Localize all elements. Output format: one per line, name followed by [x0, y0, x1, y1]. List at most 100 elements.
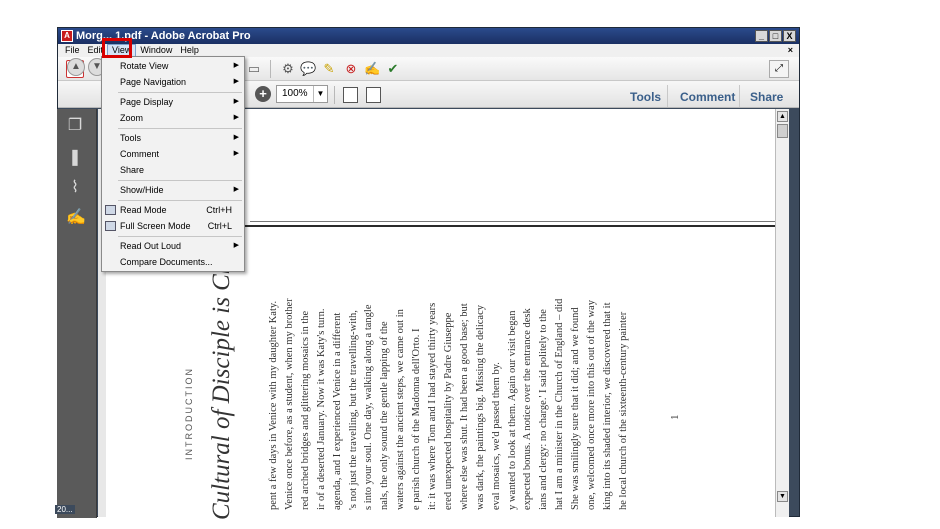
scroll-up-icon[interactable]: ▲ [777, 111, 788, 122]
menu-separator [118, 236, 242, 237]
page-thumbnails-icon[interactable]: ❐ [66, 117, 84, 135]
document-text-line: was dark, the paintings big. Missing the… [474, 304, 486, 510]
menu-item-label: Rotate View [120, 61, 169, 71]
submenu-arrow-icon: ▶ [233, 186, 239, 193]
document-text-line: king into its shaded interior, we discov… [601, 302, 613, 511]
menu-separator [118, 200, 242, 201]
zoom-level-value: 100% [282, 88, 308, 99]
document-text-line: red arched bridges and glittering mosaic… [299, 310, 311, 510]
toolbar-divider [270, 60, 271, 78]
menu-item-shortcut: Ctrl+H [206, 205, 232, 215]
bookmarks-icon[interactable]: ❚ [66, 149, 84, 167]
document-text-line: nals, the only sound the gentle lapping … [379, 321, 391, 510]
submenu-arrow-icon: ▶ [233, 114, 239, 121]
document-text-line: ir of a deserted January. Now it was Kat… [315, 308, 327, 510]
menu-item-zoom[interactable]: Zoom ▶ [102, 110, 244, 126]
acrobat-app-icon: A [61, 30, 73, 42]
document-text-line: ians and clergy: no charge.' I said poli… [538, 309, 550, 510]
menu-file[interactable]: File [61, 44, 84, 57]
menu-item-label: Tools [120, 133, 142, 143]
scrollbar-thumb[interactable] [777, 124, 788, 138]
chevron-down-icon[interactable]: ▼ [313, 86, 327, 102]
previous-page-icon[interactable]: ▲ [67, 58, 85, 76]
document-text-line: y wanted to look at them. Again our visi… [506, 310, 518, 510]
fit-width-icon[interactable] [366, 87, 381, 103]
zoom-in-icon[interactable]: + [255, 86, 271, 102]
attachments-paperclip-icon[interactable]: ⌇ [66, 179, 84, 197]
navigation-pane: ❐ ❚ ⌇ ✍ [57, 109, 97, 518]
document-text-line: s into your soul. One day, walking along… [363, 304, 375, 511]
document-text-line: pent a few days in Venice with my daught… [268, 300, 279, 510]
signatures-icon[interactable]: ✍ [66, 209, 86, 227]
menu-item-show-hide[interactable]: Show/Hide ▶ [102, 182, 244, 198]
document-text-line: hat I am a minister in the Church of Eng… [554, 298, 566, 510]
full-screen-icon [105, 221, 116, 231]
document-text-line: She was smilingly sure that it did; and … [570, 307, 582, 510]
read-mode-icon [105, 205, 116, 215]
scroll-down-icon[interactable]: ▼ [777, 491, 788, 502]
menu-item-label: Zoom [120, 113, 144, 123]
submenu-arrow-icon: ▶ [233, 134, 239, 141]
menu-item-tools[interactable]: Tools ▶ [102, 130, 244, 146]
screen: A Morg... 1.pdf - Adobe Acrobat Pro _ □ … [0, 0, 940, 529]
close-document-icon[interactable]: × [788, 44, 793, 57]
toolbar-divider [739, 85, 740, 107]
minimize-button[interactable]: _ [755, 30, 768, 42]
zoom-level-select[interactable]: 100% ▼ [276, 85, 328, 103]
review-document-icon[interactable]: ✔ [385, 61, 401, 77]
document-text-line: ered unexpected hospitality by Padre Giu… [442, 312, 454, 510]
document-text-line: where else was shut. It had been a good … [458, 303, 470, 510]
document-text-line: 's not just the travelling, but the trav… [347, 310, 359, 510]
fit-page-icon[interactable] [343, 87, 358, 103]
menu-separator [118, 92, 242, 93]
menu-separator [118, 180, 242, 181]
maximize-button[interactable]: □ [769, 30, 782, 42]
menu-item-page-navigation[interactable]: Page Navigation ▶ [102, 74, 244, 90]
menu-item-label: Full Screen Mode [120, 221, 191, 231]
view-menu-highlight-box [102, 38, 132, 58]
submenu-arrow-icon: ▶ [233, 98, 239, 105]
document-text-line: he local church of the sixteenth-century… [617, 311, 629, 510]
vertical-scrollbar[interactable]: ▲ ▼ [775, 109, 789, 517]
submenu-arrow-icon: ▶ [233, 62, 239, 69]
share-tab[interactable]: Share [750, 90, 783, 104]
sign-document-icon[interactable]: ✍ [364, 61, 380, 77]
menu-item-compare-documents[interactable]: Compare Documents... [102, 254, 244, 270]
tools-tab[interactable]: Tools [630, 90, 661, 104]
menu-item-label: Show/Hide [120, 185, 164, 195]
document-text-line: Venice once before, as a student, when m… [283, 298, 295, 510]
menu-item-share[interactable]: Share [102, 162, 244, 178]
screen-icon[interactable]: ▭ [246, 61, 262, 77]
menu-item-label: Page Navigation [120, 77, 187, 87]
comment-bubble-icon[interactable]: 💬 [300, 61, 316, 77]
submenu-arrow-icon: ▶ [233, 150, 239, 157]
menu-item-page-display[interactable]: Page Display ▶ [102, 94, 244, 110]
document-text-line: one, welcomed once more into this out of… [586, 300, 597, 510]
highlight-pen-icon[interactable]: ✎ [321, 61, 337, 77]
window-controls: _ □ X [755, 30, 796, 42]
menu-item-label: Share [120, 165, 145, 175]
section-heading: INTRODUCTION [184, 367, 194, 460]
menu-item-label: Page Display [120, 97, 174, 107]
document-text-line: agenda, and I experienced Venice in a di… [331, 312, 343, 510]
comment-tab[interactable]: Comment [680, 90, 735, 104]
close-button[interactable]: X [783, 30, 796, 42]
menu-item-label: Compare Documents... [120, 257, 213, 267]
menu-item-comment[interactable]: Comment ▶ [102, 146, 244, 162]
secure-document-icon[interactable]: ⊗ [343, 61, 359, 77]
menu-item-full-screen-mode[interactable]: Full Screen Mode Ctrl+L [102, 218, 244, 234]
status-text: 20... [55, 505, 75, 514]
toolbar-divider [667, 85, 668, 107]
settings-gear-icon[interactable]: ⚙ [280, 61, 296, 77]
menu-item-rotate-view[interactable]: Rotate View ▶ [102, 58, 244, 74]
menu-item-read-out-loud[interactable]: Read Out Loud ▶ [102, 238, 244, 254]
view-menu-dropdown: Rotate View ▶ Page Navigation ▶ Page Dis… [101, 56, 245, 272]
document-text-line: it: it was where Tom and I had stayed th… [427, 302, 438, 510]
menu-item-label: Read Mode [120, 205, 167, 215]
document-text-line: e parish church of the Madonna dell'Orto… [411, 328, 423, 511]
document-text-line: waters against the ancient steps, we cam… [395, 309, 407, 510]
submenu-arrow-icon: ▶ [233, 242, 239, 249]
expand-icon[interactable]: ⤢ [769, 60, 789, 78]
title-bar[interactable]: A Morg... 1.pdf - Adobe Acrobat Pro _ □ … [58, 28, 799, 44]
menu-item-read-mode[interactable]: Read Mode Ctrl+H [102, 202, 244, 218]
